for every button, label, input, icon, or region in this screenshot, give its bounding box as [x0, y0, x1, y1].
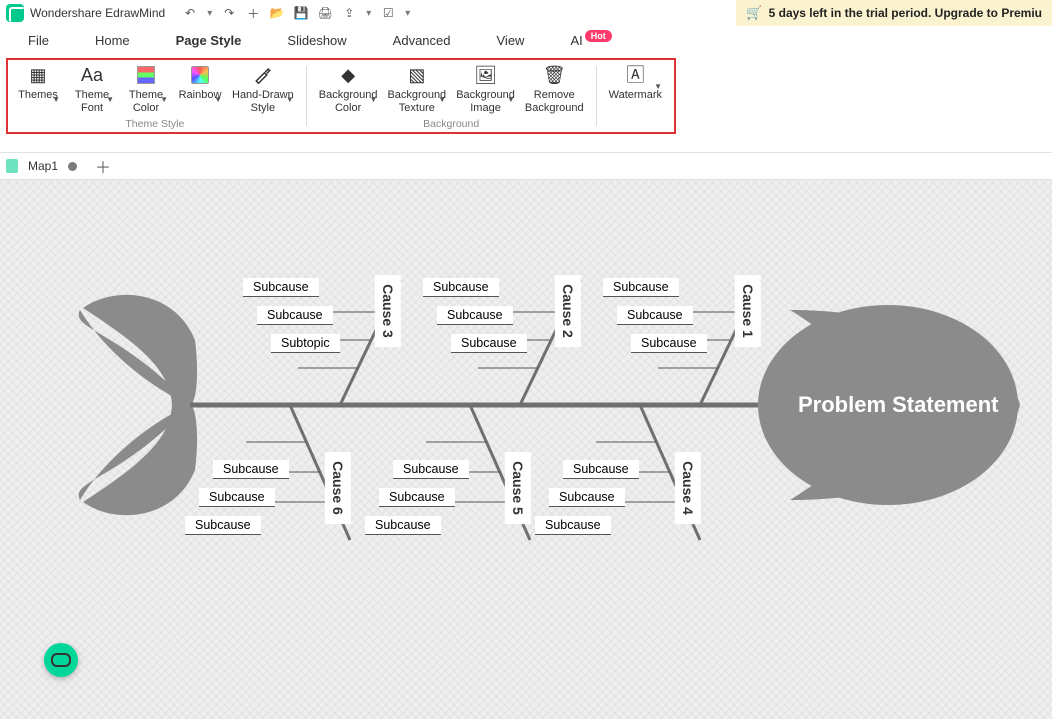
- image-x-icon: 🗑: [543, 64, 566, 86]
- check-icon[interactable]: ☑: [381, 6, 395, 20]
- hand-drawn-label: Hand-Drawn Style: [232, 89, 294, 114]
- texture-icon: ▧: [408, 64, 425, 86]
- qat-dd[interactable]: ▾: [207, 8, 212, 19]
- sub-c5-2[interactable]: Subcause: [365, 516, 441, 535]
- cause-2[interactable]: Cause 2: [555, 275, 581, 347]
- brush-icon: [254, 64, 272, 86]
- grid-icon: ▦: [29, 64, 46, 86]
- open-icon[interactable]: 📂: [270, 6, 284, 20]
- cause-3[interactable]: Cause 3: [375, 275, 401, 347]
- cause-5[interactable]: Cause 5: [505, 452, 531, 524]
- sub-c3-0[interactable]: Subcause: [243, 278, 319, 297]
- canvas[interactable]: Problem Statement Cause 3 Cause 2 Cause …: [0, 180, 1052, 719]
- menu-file[interactable]: File: [22, 29, 55, 52]
- sub-c6-2[interactable]: Subcause: [185, 516, 261, 535]
- hand-drawn-button[interactable]: Hand-Drawn Style▼: [230, 62, 296, 116]
- cause-4[interactable]: Cause 4: [675, 452, 701, 524]
- bg-image-button[interactable]: 🖼 Background Image▼: [454, 62, 517, 116]
- menu-ai-label: AI: [570, 33, 582, 48]
- sub-c4-0[interactable]: Subcause: [563, 460, 639, 479]
- menu-slideshow[interactable]: Slideshow: [281, 29, 352, 52]
- watermark-icon: 🄰: [626, 64, 644, 86]
- trial-banner[interactable]: 🛒 5 days left in the trial period. Upgra…: [736, 0, 1052, 26]
- sub-c6-0[interactable]: Subcause: [213, 460, 289, 479]
- menu-pagestyle[interactable]: Page Style: [170, 29, 248, 52]
- tab-map1[interactable]: Map1: [28, 159, 58, 173]
- theme-font-label: Theme Font: [75, 89, 109, 114]
- trial-text: 5 days left in the trial period. Upgrade…: [769, 6, 1042, 20]
- font-icon: Aa: [81, 64, 103, 86]
- new-icon[interactable]: ＋: [246, 6, 260, 20]
- theme-color-label: Theme Color: [129, 89, 163, 114]
- remove-bg-label: Remove Background: [525, 89, 584, 114]
- sub-c1-1[interactable]: Subcause: [617, 306, 693, 325]
- menu-bar: File Home Page Style Slideshow Advanced …: [0, 26, 1052, 54]
- sub-c1-2[interactable]: Subcause: [631, 334, 707, 353]
- ribbon-highlight: ▦ Themes▼ Aa Theme Font▼ Theme Color▼ Ra…: [6, 58, 676, 134]
- menu-advanced[interactable]: Advanced: [387, 29, 457, 52]
- sub-c2-0[interactable]: Subcause: [423, 278, 499, 297]
- themes-button[interactable]: ▦ Themes▼: [14, 62, 62, 116]
- sub-c5-1[interactable]: Subcause: [379, 488, 455, 507]
- add-tab-button[interactable]: ＋: [95, 154, 111, 178]
- quick-access-toolbar: ↶ ▾ ↷ ＋ 📂 💾 🖨 ⇪ ▾ ☑ ▾: [183, 6, 410, 20]
- cause-1[interactable]: Cause 1: [735, 275, 761, 347]
- app-title: Wondershare EdrawMind: [30, 6, 165, 20]
- remove-bg-button[interactable]: 🗑 Remove Background: [523, 62, 586, 116]
- bg-color-button[interactable]: ◆ Background Color▼: [317, 62, 380, 116]
- rainbow-icon: [191, 64, 209, 86]
- qat-dd2[interactable]: ▾: [366, 8, 371, 19]
- ribbon-separator-2: [596, 66, 597, 126]
- sub-c2-1[interactable]: Subcause: [437, 306, 513, 325]
- group-theme-label: Theme Style: [125, 118, 184, 130]
- sub-c1-0[interactable]: Subcause: [603, 278, 679, 297]
- theme-color-button[interactable]: Theme Color▼: [122, 62, 170, 116]
- chat-fab-button[interactable]: [44, 643, 78, 677]
- theme-font-button[interactable]: Aa Theme Font▼: [68, 62, 116, 116]
- ribbon: ▦ Themes▼ Aa Theme Font▼ Theme Color▼ Ra…: [0, 54, 1052, 152]
- sub-c3-1[interactable]: Subcause: [257, 306, 333, 325]
- rainbow-button[interactable]: Rainbow▼: [176, 62, 224, 116]
- qat-dd3[interactable]: ▾: [405, 8, 410, 19]
- app-logo-icon: [6, 4, 24, 22]
- sub-c6-1[interactable]: Subcause: [199, 488, 275, 507]
- bg-texture-button[interactable]: ▧ Background Texture▼: [385, 62, 448, 116]
- ribbon-group-watermark: 🄰 Watermark▼: [603, 62, 668, 118]
- cause-6[interactable]: Cause 6: [325, 452, 351, 524]
- menu-view[interactable]: View: [491, 29, 531, 52]
- menu-ai[interactable]: AI Hot: [564, 29, 617, 52]
- group-bg-label: Background: [423, 118, 479, 130]
- palette-icon: [137, 64, 155, 86]
- image-down-icon: 🖼: [474, 64, 497, 86]
- save-icon[interactable]: 💾: [294, 6, 308, 20]
- unsaved-dot-icon: [68, 162, 77, 171]
- ribbon-separator: [306, 66, 307, 126]
- export-icon[interactable]: ⇪: [342, 6, 356, 20]
- print-icon[interactable]: 🖨: [318, 6, 332, 20]
- fishbone-svg: [0, 180, 1052, 719]
- sub-c4-2[interactable]: Subcause: [535, 516, 611, 535]
- sub-c3-2[interactable]: Subtopic: [271, 334, 340, 353]
- menu-home[interactable]: Home: [89, 29, 136, 52]
- cart-icon: 🛒: [746, 5, 762, 21]
- ribbon-group-background: ◆ Background Color▼ ▧ Background Texture…: [313, 62, 590, 130]
- redo-icon[interactable]: ↷: [222, 6, 236, 20]
- title-bar: Wondershare EdrawMind ↶ ▾ ↷ ＋ 📂 💾 🖨 ⇪ ▾ …: [0, 0, 1052, 26]
- sub-c5-0[interactable]: Subcause: [393, 460, 469, 479]
- fishbone-head[interactable]: Problem Statement: [798, 392, 999, 418]
- document-tabstrip: Map1 ＋: [0, 152, 1052, 180]
- bucket-icon: ◆: [341, 64, 355, 86]
- watermark-button[interactable]: 🄰 Watermark▼: [607, 62, 664, 104]
- ribbon-group-theme: ▦ Themes▼ Aa Theme Font▼ Theme Color▼ Ra…: [10, 62, 300, 130]
- sub-c4-1[interactable]: Subcause: [549, 488, 625, 507]
- hot-badge: Hot: [585, 30, 612, 42]
- doc-icon: [6, 159, 18, 173]
- sub-c2-2[interactable]: Subcause: [451, 334, 527, 353]
- undo-icon[interactable]: ↶: [183, 6, 197, 20]
- group-empty-label: [634, 106, 637, 118]
